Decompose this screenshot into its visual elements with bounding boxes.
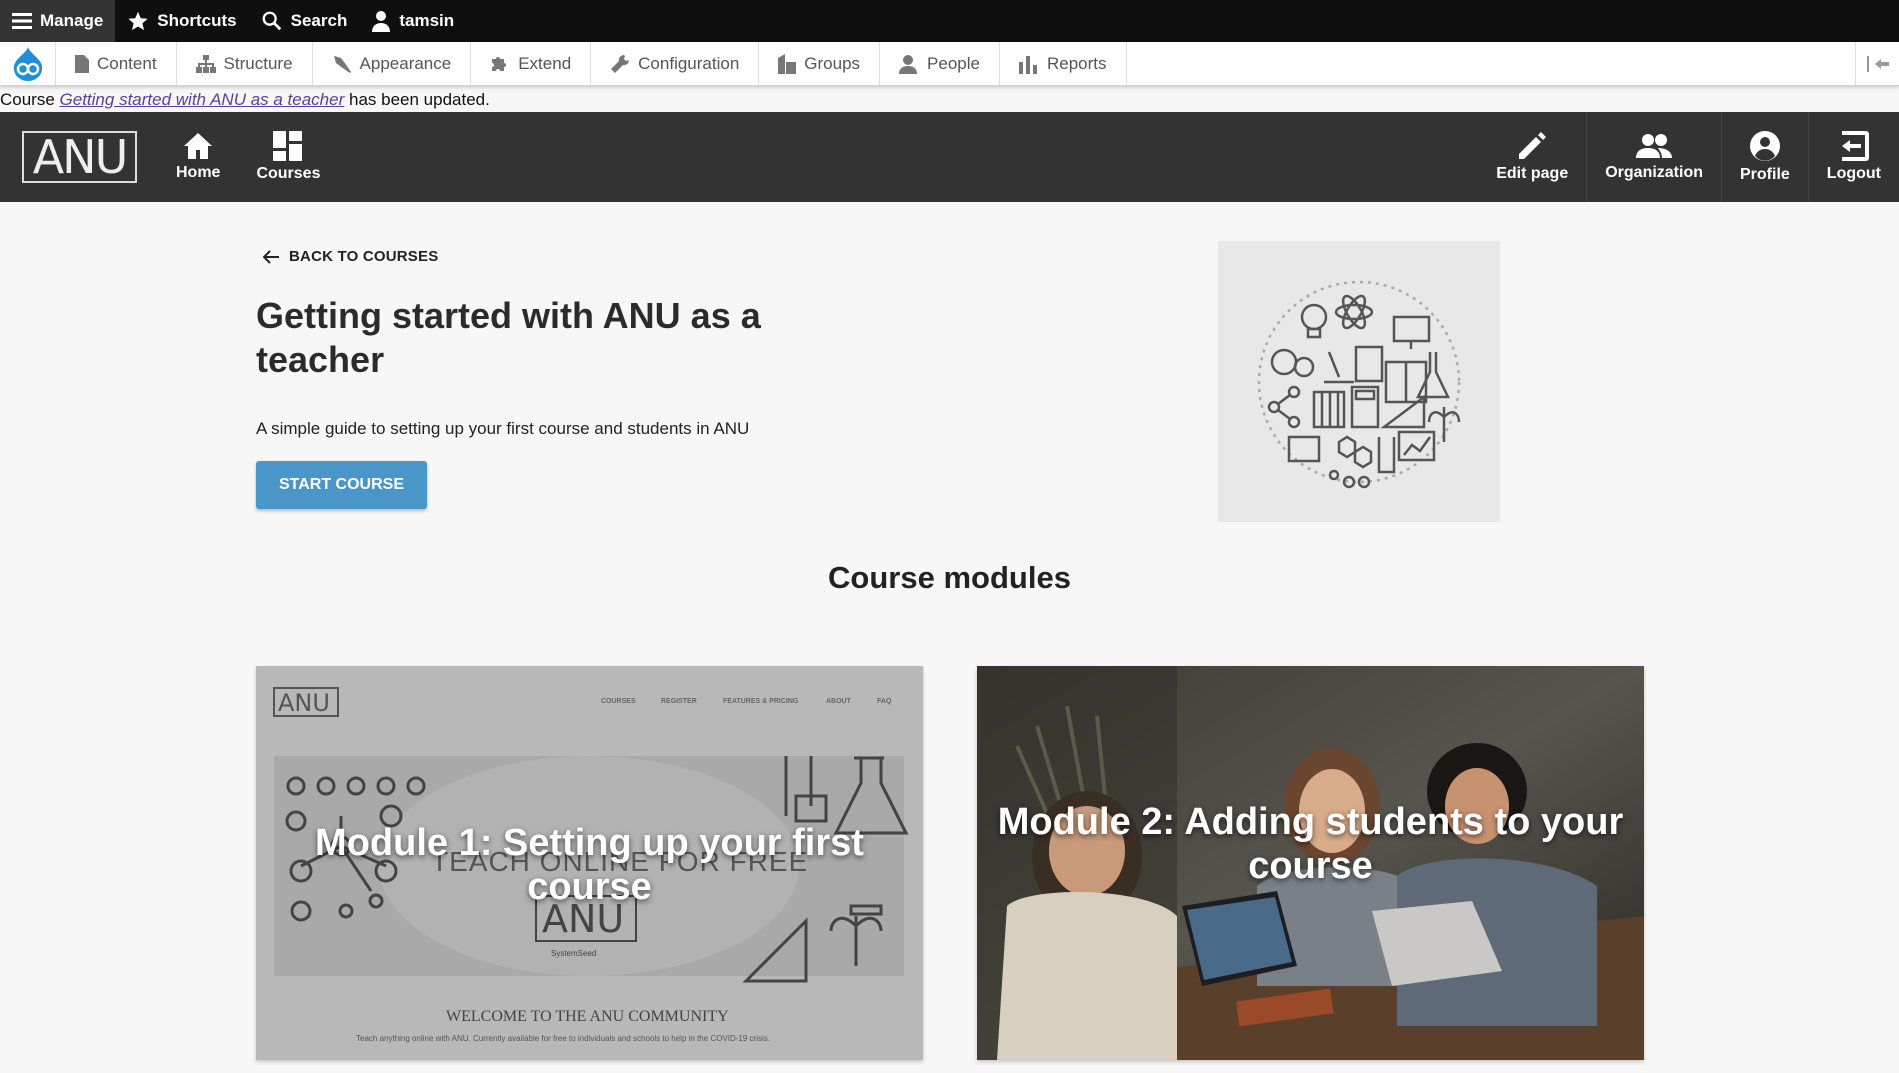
tray-item-configuration[interactable]: Configuration [591, 42, 760, 85]
module-card[interactable]: ANU COURSES REGISTER FEATURES & PRICING ABO… [256, 666, 923, 1060]
puzzle-icon [492, 56, 507, 71]
bar-chart-icon [1018, 55, 1037, 74]
nav-label: Organization [1605, 164, 1703, 181]
account-circle-icon [1749, 131, 1780, 161]
pencil-icon [1519, 132, 1547, 159]
hamburger-icon [12, 13, 32, 29]
person-icon [899, 54, 918, 74]
nav-courses[interactable]: Courses [238, 112, 338, 202]
logo-box: ANU [22, 130, 137, 184]
nav-label: Courses [256, 165, 321, 182]
shortcuts-label: Shortcuts [157, 11, 237, 30]
logo-text: ANU [32, 130, 129, 184]
admin-tray: Content Structure Appearance Extend Conf… [0, 42, 1899, 86]
tray-item-label: People [927, 53, 980, 73]
tray-item-people[interactable]: People [880, 42, 1000, 85]
tray-spacer [1127, 42, 1856, 85]
home-icon [184, 133, 213, 159]
course-description: A simple guide to setting up your first … [256, 419, 750, 438]
start-course-button[interactable]: START COURSE [256, 461, 427, 509]
nav-profile[interactable]: Profile [1721, 112, 1808, 202]
nav-organization[interactable]: Organization [1586, 112, 1721, 202]
nav-home[interactable]: Home [158, 112, 238, 202]
tray-item-label: Configuration [638, 53, 740, 73]
collapse-left-icon [1866, 55, 1889, 72]
course-title: Getting started with ANU as a teacher [256, 295, 761, 380]
drupal-drop-icon [13, 46, 42, 81]
site-header: ANU Home Courses Edit page Organization … [0, 112, 1899, 202]
tray-item-label: Extend [518, 53, 572, 73]
manage-label: Manage [40, 11, 104, 30]
people-icon [1636, 134, 1673, 158]
svg-text:FEATURES & PRICING: FEATURES & PRICING [723, 698, 799, 705]
logout-icon [1841, 131, 1869, 161]
svg-text:COURSES: COURSES [601, 698, 636, 705]
course-modules-heading: Course modules [828, 560, 1071, 595]
site-logo[interactable]: ANU [22, 112, 142, 202]
nav-label: Edit page [1496, 165, 1569, 182]
shortcuts-menu[interactable]: Shortcuts [115, 0, 248, 42]
tray-item-groups[interactable]: Groups [759, 42, 881, 85]
tray-item-extend[interactable]: Extend [471, 42, 592, 85]
tray-item-label: Structure [223, 53, 293, 73]
manage-menu[interactable]: Manage [0, 0, 116, 42]
wrench-icon [611, 54, 630, 73]
search-icon [262, 11, 281, 31]
status-suffix: has been updated. [344, 90, 490, 109]
arrow-left-icon [263, 249, 279, 264]
search-menu[interactable]: Search [249, 0, 360, 42]
building-icon [778, 53, 797, 74]
user-icon [372, 11, 391, 32]
course-link[interactable]: Getting started with ANU as a teacher [60, 90, 345, 109]
module-title: Module 1: Setting up your first course [315, 822, 864, 908]
tray-item-label: Appearance [359, 53, 452, 73]
tray-orientation-toggle[interactable] [1855, 42, 1899, 85]
search-label: Search [290, 11, 348, 30]
tray-item-content[interactable]: Content [56, 42, 177, 85]
brush-icon [333, 55, 351, 73]
tray-item-label: Content [97, 53, 157, 73]
svg-text:ABOUT: ABOUT [826, 698, 852, 705]
nav-edit-page[interactable]: Edit page [1478, 112, 1586, 202]
status-prefix: Course [0, 90, 60, 109]
svg-text:Teach anything online with ANU: Teach anything online with ANU. Currentl… [356, 1034, 770, 1043]
tray-item-label: Reports [1046, 53, 1107, 73]
back-to-courses-link[interactable]: BACK TO COURSES [263, 248, 438, 265]
status-message: Course Getting started with ANU as a tea… [0, 88, 490, 112]
tray-item-appearance[interactable]: Appearance [313, 42, 472, 85]
file-icon [75, 54, 89, 73]
drupal-logo[interactable] [0, 42, 56, 85]
science-icons-illustration [1257, 280, 1461, 488]
nav-label: Logout [1826, 165, 1881, 182]
svg-text:ANU: ANU [278, 689, 330, 717]
tray-item-reports[interactable]: Reports [1000, 42, 1127, 85]
user-label: tamsin [399, 11, 455, 30]
nav-logout[interactable]: Logout [1807, 112, 1899, 202]
user-menu[interactable]: tamsin [359, 0, 466, 42]
svg-text:SystemSeed: SystemSeed [551, 949, 596, 958]
module-card[interactable]: Module 2: Adding students to your course [977, 666, 1644, 1060]
star-icon [128, 11, 148, 31]
module-title: Module 2: Adding students to your course [997, 801, 1624, 887]
svg-text:WELCOME TO THE ANU COMMUNITY: WELCOME TO THE ANU COMMUNITY [446, 1008, 729, 1025]
nav-label: Home [176, 164, 221, 181]
back-label: BACK TO COURSES [289, 248, 439, 265]
tray-item-structure[interactable]: Structure [177, 42, 313, 85]
svg-text:FAQ: FAQ [877, 698, 892, 705]
svg-text:REGISTER: REGISTER [661, 698, 697, 705]
grid-icon [273, 131, 303, 161]
course-image [1218, 241, 1500, 522]
sitemap-icon [195, 54, 216, 73]
nav-label: Profile [1740, 166, 1790, 183]
tray-item-label: Groups [804, 53, 861, 73]
admin-toolbar: Manage Shortcuts Search tamsin [0, 0, 1899, 42]
